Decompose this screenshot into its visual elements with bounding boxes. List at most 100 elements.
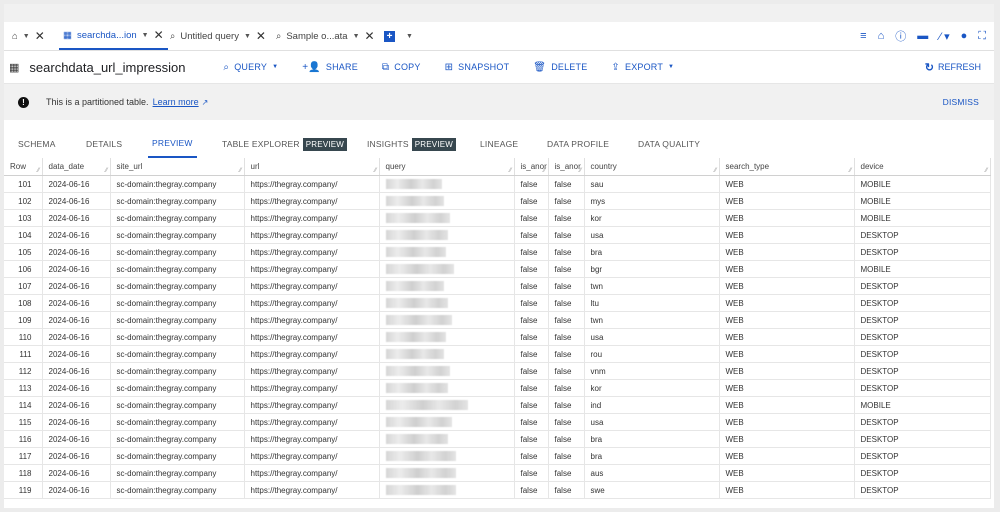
cell-data-date: 2024-06-16 (42, 311, 111, 329)
column-header-url[interactable]: url ⁄⁄ (244, 158, 380, 176)
cell-is-anor: false (548, 192, 585, 210)
home-icon[interactable]: ⌂ (878, 30, 885, 42)
resize-handle-icon[interactable]: ⁄⁄ (714, 168, 716, 174)
table-row[interactable]: 102 2024-06-16 sc-domain:thegray.company ht… (4, 192, 991, 210)
tab-untitled-query[interactable]: ⌕ Untitled query ▼ ✕ (170, 22, 266, 50)
tab-data-quality[interactable]: DATA QUALITY (638, 130, 700, 158)
refresh-icon: ↻ (924, 61, 934, 74)
table-row[interactable]: 108 2024-06-16 sc-domain:thegray.company ht… (4, 294, 991, 312)
table-body: 101 2024-06-16 sc-domain:thegray.company ht… (4, 175, 991, 499)
fullscreen-icon[interactable]: ⛶ (978, 30, 986, 43)
resize-handle-icon[interactable]: ⁄⁄ (509, 168, 511, 174)
cell-device: DESKTOP (854, 345, 991, 363)
table-row[interactable]: 105 2024-06-16 sc-domain:thegray.company ht… (4, 243, 991, 261)
chevron-down-icon[interactable]: ▼ (142, 32, 149, 39)
list-icon[interactable]: ≡ (860, 30, 866, 42)
dismiss-button[interactable]: DISMISS (943, 97, 979, 107)
chevron-down-icon[interactable]: ▼ (244, 33, 251, 40)
tab-details[interactable]: DETAILS (86, 130, 122, 158)
column-header-row[interactable]: Row ⁄⁄ (4, 158, 43, 176)
chevron-down-icon[interactable]: ▼ (406, 33, 413, 40)
cell-query (379, 192, 515, 210)
tab-lineage[interactable]: LINEAGE (480, 130, 518, 158)
tab-schema[interactable]: SCHEMA (18, 130, 56, 158)
redacted-query-value (385, 281, 444, 291)
table-row[interactable]: 106 2024-06-16 sc-domain:thegray.company ht… (4, 260, 991, 278)
cell-device: MOBILE (854, 192, 991, 210)
table-row[interactable]: 110 2024-06-16 sc-domain:thegray.company ht… (4, 328, 991, 346)
column-header-is-anor[interactable]: is_anor ⁄⁄ (514, 158, 549, 176)
tab-data-profile[interactable]: DATA PROFILE (547, 130, 609, 158)
close-icon[interactable]: ✕ (365, 29, 375, 43)
tab-searchdata[interactable]: ▦ searchda...ion ▼ ✕ (59, 22, 168, 50)
tab-preview[interactable]: PREVIEW (148, 130, 197, 158)
cell-is-anor: false (548, 430, 585, 448)
column-header-label: data_date (48, 162, 85, 171)
tab-table-explorer[interactable]: TABLE EXPLORER PREVIEW (222, 130, 348, 158)
table-row[interactable]: 111 2024-06-16 sc-domain:thegray.company ht… (4, 345, 991, 363)
table-row[interactable]: 104 2024-06-16 sc-domain:thegray.company ht… (4, 226, 991, 244)
close-icon[interactable]: ✕ (154, 28, 164, 42)
delete-button[interactable]: 🗑 DELETE (533, 62, 587, 73)
banner-message: This is a partitioned table. (46, 97, 149, 107)
column-header-data-date[interactable]: data_date ⁄⁄ (42, 158, 111, 176)
resize-handle-icon[interactable]: ⁄⁄ (543, 168, 545, 174)
info-icon[interactable]: ⓘ (895, 28, 906, 44)
table-row[interactable]: 103 2024-06-16 sc-domain:thegray.company ht… (4, 209, 991, 227)
refresh-button[interactable]: ↻ REFRESH (925, 51, 981, 83)
table-row[interactable]: 101 2024-06-16 sc-domain:thegray.company ht… (4, 175, 991, 193)
table-row[interactable]: 118 2024-06-16 sc-domain:thegray.company ht… (4, 464, 991, 482)
tab-insights[interactable]: INSIGHTS PREVIEW (367, 130, 457, 158)
resize-handle-icon[interactable]: ⁄⁄ (105, 168, 107, 174)
refresh-label: REFRESH (937, 62, 981, 72)
resize-handle-icon[interactable]: ⁄⁄ (985, 168, 987, 174)
tab-home[interactable]: ⌂ ▼ ✕ (12, 22, 45, 50)
table-row[interactable]: 114 2024-06-16 sc-domain:thegray.company ht… (4, 396, 991, 414)
close-icon[interactable]: ✕ (35, 29, 45, 43)
cell-search-type: WEB (719, 464, 855, 482)
cell-country: rou (584, 345, 720, 363)
tab-sample-data[interactable]: ⌕ Sample o...ata ▼ ✕ (276, 22, 375, 50)
table-row[interactable]: 113 2024-06-16 sc-domain:thegray.company ht… (4, 379, 991, 397)
table-row[interactable]: 117 2024-06-16 sc-domain:thegray.company ht… (4, 447, 991, 465)
cell-country: bra (584, 447, 720, 465)
header-icons: ≡ ⌂ ⓘ ▬ ⁄ ▾ ● ⛶ (860, 22, 986, 50)
learn-more-link[interactable]: Learn more (153, 97, 199, 107)
cell-is-anor: false (548, 464, 585, 482)
column-header-site-url[interactable]: site_url ⁄⁄ (110, 158, 245, 176)
cell-data-date: 2024-06-16 (42, 447, 111, 465)
column-header-device[interactable]: device ⁄⁄ (854, 158, 991, 176)
column-header-search-type[interactable]: search_type ⁄⁄ (719, 158, 855, 176)
new-tab-button[interactable]: + ▼ (384, 22, 413, 50)
copy-button[interactable]: ⧉ COPY (382, 62, 421, 73)
lightbulb-icon[interactable]: ● (961, 30, 968, 42)
chevron-down-icon[interactable]: ▼ (23, 33, 30, 40)
table-header-row: Row ⁄⁄ data_date ⁄⁄ site_url ⁄⁄ url ⁄⁄ query ⁄⁄ is… (4, 158, 991, 176)
external-link-icon: ↗ (201, 97, 209, 107)
chevron-down-icon[interactable]: ▼ (353, 33, 360, 40)
column-header-query[interactable]: query ⁄⁄ (379, 158, 515, 176)
snapshot-button[interactable]: ⊞ SNAPSHOT (445, 62, 510, 73)
table-row[interactable]: 116 2024-06-16 sc-domain:thegray.company ht… (4, 430, 991, 448)
share-button[interactable]: +👤 SHARE (302, 62, 358, 73)
cell-search-type: WEB (719, 209, 855, 227)
column-header-is-anor[interactable]: is_anor ⁄⁄ (548, 158, 585, 176)
cell-search-type: WEB (719, 175, 855, 193)
close-icon[interactable]: ✕ (256, 29, 266, 43)
table-row[interactable]: 107 2024-06-16 sc-domain:thegray.company ht… (4, 277, 991, 295)
keyboard-icon[interactable]: ▬ (917, 30, 928, 42)
table-row[interactable]: 109 2024-06-16 sc-domain:thegray.company ht… (4, 311, 991, 329)
table-row[interactable]: 119 2024-06-16 sc-domain:thegray.company ht… (4, 481, 991, 499)
resize-handle-icon[interactable]: ⁄⁄ (239, 168, 241, 174)
resize-handle-icon[interactable]: ⁄⁄ (37, 168, 39, 174)
resize-handle-icon[interactable]: ⁄⁄ (579, 168, 581, 174)
magic-wand-icon[interactable]: ⁄ ▾ (939, 30, 949, 43)
column-header-country[interactable]: country ⁄⁄ (584, 158, 720, 176)
query-button[interactable]: ⌕ QUERY ▼ (223, 62, 278, 73)
page-title: searchdata_url_impression (29, 59, 186, 75)
resize-handle-icon[interactable]: ⁄⁄ (374, 168, 376, 174)
table-row[interactable]: 112 2024-06-16 sc-domain:thegray.company ht… (4, 362, 991, 380)
export-button[interactable]: ⇪ EXPORT ▼ (611, 62, 674, 73)
resize-handle-icon[interactable]: ⁄⁄ (849, 168, 851, 174)
table-row[interactable]: 115 2024-06-16 sc-domain:thegray.company ht… (4, 413, 991, 431)
